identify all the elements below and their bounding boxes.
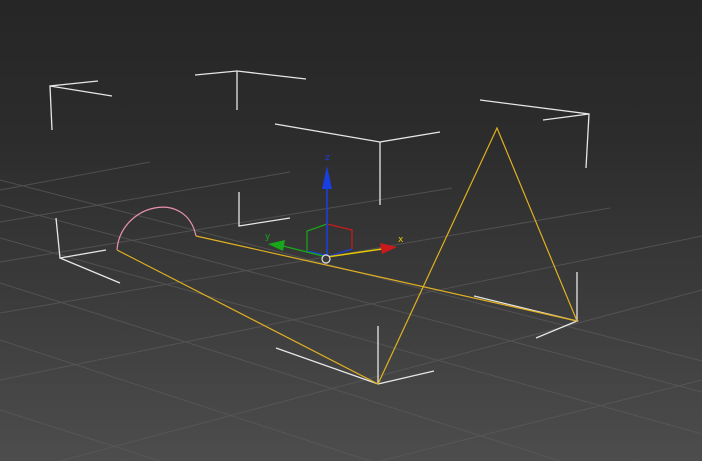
pivot-point[interactable]	[321, 254, 331, 264]
ground-grid	[0, 161, 702, 461]
grid-line	[0, 235, 702, 381]
bracket-edge	[49, 85, 113, 97]
line-splines[interactable]	[116, 126, 578, 385]
z-axis-arrow[interactable]	[322, 166, 332, 189]
x-axis-label: x	[398, 235, 404, 245]
bracket-edge	[542, 113, 590, 121]
perspective-viewport[interactable]: z x y	[0, 0, 702, 461]
scene-canvas[interactable]: z x y	[0, 0, 702, 461]
bracket-corner	[238, 192, 291, 227]
selection-bracket-box	[49, 70, 590, 385]
grid-line	[0, 204, 702, 393]
bracket-corner	[194, 70, 307, 80]
xz-plane-handle[interactable]	[326, 223, 353, 249]
yz-plane-handle[interactable]	[306, 223, 328, 251]
grid-line	[0, 339, 371, 461]
y-axis-line[interactable]	[282, 245, 328, 258]
grid-line	[59, 289, 702, 461]
line-spline-long[interactable]	[116, 126, 578, 385]
z-axis-label: z	[325, 153, 330, 163]
bracket-edge	[59, 257, 121, 284]
grid-line	[0, 282, 561, 461]
grid-line	[0, 409, 161, 461]
grid-line	[0, 171, 291, 223]
grid-line	[0, 237, 702, 435]
move-transform-gizmo[interactable]: z x y	[265, 153, 404, 264]
bracket-corner	[49, 80, 99, 131]
x-axis-line[interactable]	[326, 248, 383, 258]
bracket-corner	[479, 99, 590, 169]
y-axis-label: y	[265, 232, 271, 242]
grid-line	[0, 161, 151, 191]
bracket-corner	[274, 123, 441, 143]
